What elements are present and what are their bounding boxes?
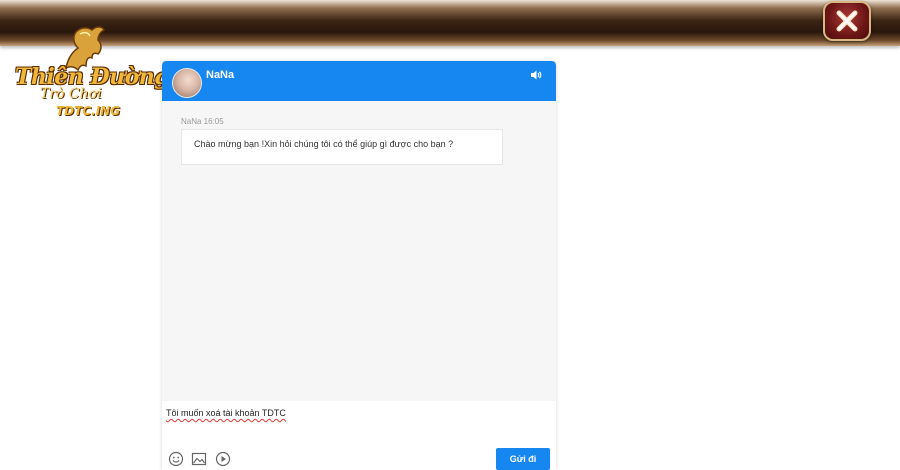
video-icon[interactable] xyxy=(215,451,231,467)
message-meta: NaNa 16:05 xyxy=(181,117,224,126)
send-button[interactable]: Gửi đi xyxy=(496,448,550,470)
avatar xyxy=(172,68,202,98)
message-list: NaNa 16:05 Chào mừng bạn !Xin hỏi chúng … xyxy=(162,101,556,409)
message-bubble: Chào mừng bạn !Xin hỏi chúng tôi có thể … xyxy=(181,129,503,165)
message-input[interactable]: Tôi muốn xoá tài khoản TDTC xyxy=(166,408,286,418)
emoji-icon[interactable] xyxy=(168,451,184,467)
message-composer: Tôi muốn xoá tài khoản TDTC Gửi đi xyxy=(162,401,556,470)
logo-subtitle: Trò Chơi xyxy=(40,86,102,102)
speaker-icon[interactable] xyxy=(530,69,542,81)
chat-window: NaNa NaNa 16:05 Chào mừng bạn !Xin hỏi c… xyxy=(162,61,556,470)
close-button[interactable] xyxy=(823,1,871,41)
site-logo[interactable]: Thiên Đường Trò Chơi TDTC.ING xyxy=(10,24,170,124)
close-icon xyxy=(836,10,858,32)
chat-header: NaNa xyxy=(162,61,556,101)
agent-name: NaNa xyxy=(206,69,235,81)
image-icon[interactable] xyxy=(191,451,207,467)
logo-domain: TDTC.ING xyxy=(56,104,121,118)
